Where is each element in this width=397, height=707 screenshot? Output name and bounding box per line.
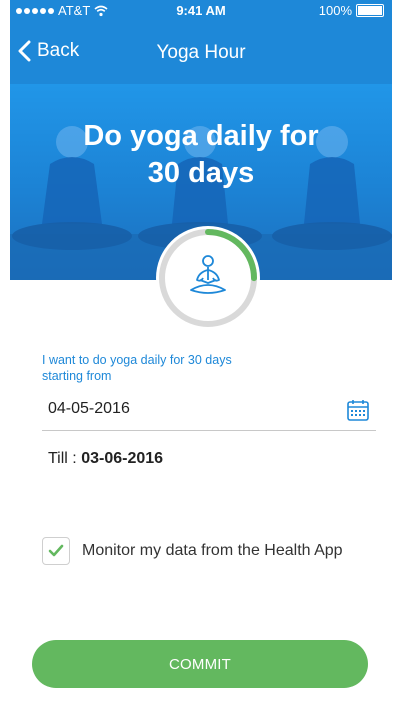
monitor-health-row[interactable]: Monitor my data from the Health App [42, 537, 343, 565]
till-date-value: 03-06-2016 [81, 450, 164, 467]
meditation-icon [190, 255, 226, 294]
page-title: Yoga Hour [156, 42, 246, 63]
hero-title-line1: Do yoga daily for [83, 120, 319, 152]
status-bar: AT&T 9:41 AM 100% [10, 0, 392, 20]
status-right: 100% [319, 3, 384, 18]
commit-button[interactable]: COMMIT [32, 640, 368, 688]
progress-ring [156, 226, 260, 330]
battery-icon [356, 4, 384, 17]
checkmark-icon [48, 544, 64, 557]
till-date-row: Till : 03-06-2016 [48, 450, 163, 468]
battery-percent: 100% [318, 3, 352, 18]
monitor-health-label: Monitor my data from the Health App [82, 542, 343, 559]
till-label: Till : [48, 450, 82, 467]
goal-prompt-line1: I want to do yoga daily for 30 days [42, 353, 232, 367]
hero-title: Do yoga daily for 30 days [10, 118, 392, 192]
start-date-field [42, 392, 376, 431]
calendar-icon[interactable] [346, 398, 370, 422]
app-screen: AT&T 9:41 AM 100% Back Yoga Hour Do yoga… [10, 0, 392, 707]
hero-title-line2: 30 days [147, 157, 255, 189]
start-date-input[interactable] [48, 400, 338, 418]
goal-prompt-line2: starting from [42, 369, 112, 383]
nav-bar: Back Yoga Hour [10, 20, 392, 84]
monitor-health-checkbox[interactable] [42, 537, 70, 565]
goal-prompt: I want to do yoga daily for 30 days star… [42, 352, 342, 384]
